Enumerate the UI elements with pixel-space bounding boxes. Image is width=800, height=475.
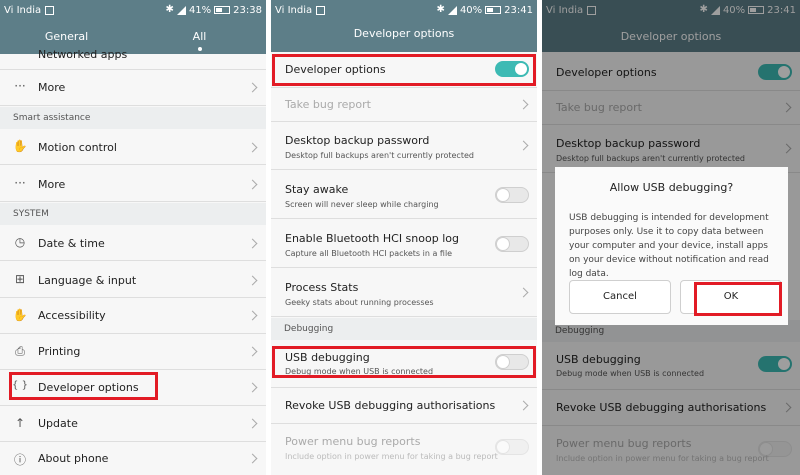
list-item-networked-apps[interactable]: Networked apps xyxy=(0,48,266,70)
list-item-language-input[interactable]: ⊞ Language & input xyxy=(0,262,266,298)
list-item-accessibility[interactable]: ✋ Accessibility xyxy=(0,298,266,334)
app-bar: Developer options xyxy=(271,20,537,52)
list-item-bluetooth-hci-snoop[interactable]: Enable Bluetooth HCI snoop log Capture a… xyxy=(271,220,537,268)
accessibility-hand-icon: ✋ xyxy=(12,308,28,322)
section-debugging: Debugging xyxy=(271,318,537,340)
list-item-revoke-usb-debugging[interactable]: Revoke USB debugging authorisations xyxy=(271,388,537,424)
chevron-right-icon xyxy=(518,99,529,110)
chevron-right-icon xyxy=(247,82,258,93)
bluetooth-hci-toggle[interactable] xyxy=(495,236,529,252)
clock-icon: ◷ xyxy=(14,235,26,249)
chevron-right-icon xyxy=(518,400,529,411)
list-item-desktop-backup-password[interactable]: Desktop backup password Desktop full bac… xyxy=(271,122,537,170)
dialog-message: USB debugging is intended for developmen… xyxy=(569,213,769,279)
page-title: Developer options xyxy=(353,27,455,40)
list-item-developer-options[interactable]: { } Developer options xyxy=(0,370,266,406)
list-item-about-phone[interactable]: ⓘ About phone xyxy=(0,442,266,475)
section-system: SYSTEM xyxy=(0,203,266,225)
list-item-stay-awake[interactable]: Stay awake Screen will never sleep while… xyxy=(271,171,537,219)
list-item-usb-debugging[interactable]: USB debugging Debug mode when USB is con… xyxy=(271,340,537,388)
settings-all-panel: Vi India ✱ 41% 23:38 General All Network… xyxy=(0,0,266,475)
cancel-button[interactable]: Cancel xyxy=(569,280,671,314)
list-item-motion-control[interactable]: ✋ Motion control xyxy=(0,129,266,165)
clock: 23:38 xyxy=(233,4,262,16)
chevron-right-icon xyxy=(247,382,258,393)
chevron-right-icon xyxy=(518,287,529,298)
braces-icon: { } xyxy=(12,380,28,391)
carrier-label: Vi India xyxy=(275,4,313,16)
developer-options-panel: Vi India ✱ 40% 23:41 Developer options D… xyxy=(271,0,537,475)
keyboard-icon: ⊞ xyxy=(14,272,26,286)
list-item-date-time[interactable]: ◷ Date & time xyxy=(0,225,266,261)
list-item-process-stats[interactable]: Process Stats Geeky stats about running … xyxy=(271,269,537,317)
chevron-right-icon xyxy=(518,140,529,151)
list-item-take-bug-report[interactable]: Take bug report xyxy=(271,88,537,122)
status-bar: Vi India ✱ 40% 23:41 xyxy=(271,0,537,20)
chevron-right-icon xyxy=(247,275,258,286)
list-item-printing[interactable]: ⎙ Printing xyxy=(0,334,266,370)
chevron-right-icon xyxy=(247,142,258,153)
more-dots-icon: ··· xyxy=(14,79,26,93)
power-menu-toggle xyxy=(495,439,529,455)
list-item-developer-options[interactable]: Developer options xyxy=(271,52,537,88)
chevron-right-icon xyxy=(247,310,258,321)
tab-all[interactable]: All xyxy=(133,20,266,54)
clock: 23:41 xyxy=(504,4,533,16)
more-dots-icon: ··· xyxy=(14,176,26,190)
info-icon: ⓘ xyxy=(13,453,26,467)
signal-icon xyxy=(447,5,457,15)
gallery-notification-icon xyxy=(316,5,326,15)
chevron-right-icon xyxy=(247,179,258,190)
list-item-more[interactable]: ··· More xyxy=(0,70,266,106)
chevron-right-icon xyxy=(247,346,258,357)
section-smart-assistance: Smart assistance xyxy=(0,107,266,129)
chevron-right-icon xyxy=(247,418,258,429)
usb-debugging-dialog-panel: Vi India ✱ 40% 23:41 Developer options D… xyxy=(542,0,800,475)
developer-options-toggle[interactable] xyxy=(495,61,529,77)
printer-icon: ⎙ xyxy=(15,344,25,358)
bluetooth-icon: ✱ xyxy=(436,4,445,15)
battery-icon xyxy=(214,6,231,14)
list-item-update[interactable]: ↑ Update xyxy=(0,406,266,442)
carrier-label: Vi India xyxy=(4,4,42,16)
bluetooth-icon: ✱ xyxy=(165,4,174,15)
battery-percent: 40% xyxy=(459,4,483,16)
chevron-right-icon xyxy=(247,238,258,249)
battery-percent: 41% xyxy=(188,4,212,16)
hand-icon: ✋ xyxy=(12,139,28,153)
list-item-power-menu-bug-reports[interactable]: Power menu bug reports Include option in… xyxy=(271,424,537,475)
update-arrow-icon: ↑ xyxy=(14,416,26,430)
usb-debugging-dialog: Allow USB debugging? USB debugging is in… xyxy=(555,167,788,325)
dialog-title: Allow USB debugging? xyxy=(609,181,734,194)
signal-icon xyxy=(176,5,186,15)
status-bar: Vi India ✱ 41% 23:38 xyxy=(0,0,266,20)
chevron-right-icon xyxy=(247,453,258,464)
gallery-notification-icon xyxy=(45,5,55,15)
battery-icon xyxy=(485,6,502,14)
stay-awake-toggle[interactable] xyxy=(495,187,529,203)
list-item-more[interactable]: ··· More xyxy=(0,166,266,202)
usb-debugging-toggle[interactable] xyxy=(495,354,529,370)
ok-button[interactable]: OK xyxy=(680,280,782,314)
